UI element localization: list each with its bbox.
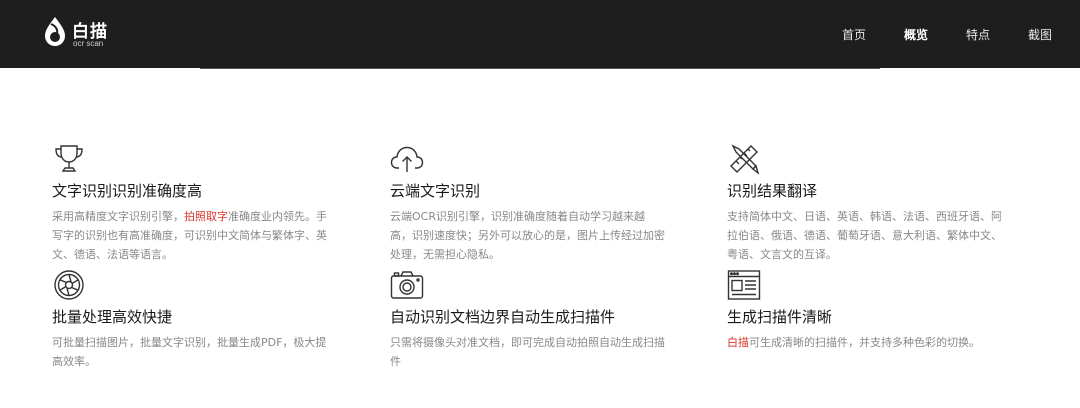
feature-batch: 批量处理高效快捷 可批量扫描图片，批量文字识别，批量生成PDF，极大提高效率。 — [52, 268, 352, 371]
feature-description: 云端OCR识别引擎，识别准确度随着自动学习越来越高，识别速度快；另外可以放心的是… — [390, 210, 665, 261]
feature-title: 生成扫描件清晰 — [727, 308, 833, 326]
header-divider — [200, 68, 880, 69]
pencil-ruler-icon — [727, 142, 761, 176]
feature-cloud-ocr: 云端文字识别 云端OCR识别引擎，识别准确度随着自动学习越来越高，识别速度快；另… — [390, 142, 690, 264]
nav-features[interactable]: 特点 — [966, 26, 990, 43]
feature-clear-scan: 生成扫描件清晰 白描可生成清晰的扫描件，并支持多种色彩的切换。 — [727, 268, 1027, 352]
feature-description: 采用高精度文字识别引擎，拍照取字准确度业内领先。手写字的识别也有高准确度，可识别… — [52, 207, 328, 264]
feature-title: 文字识别识别准确度高 — [52, 182, 203, 200]
cloud-upload-icon — [390, 142, 424, 176]
top-navbar: 白描 ocr scan 首页 概览 特点 截图 — [0, 0, 1080, 68]
browser-window-icon — [727, 268, 761, 302]
nav-home[interactable]: 首页 — [842, 26, 866, 43]
feature-description: 可批量扫描图片，批量文字识别，批量生成PDF，极大提高效率。 — [52, 336, 327, 368]
feature-title: 识别结果翻译 — [727, 182, 818, 200]
desc-highlight-link[interactable]: 拍照取字 — [184, 210, 228, 223]
feature-description: 只需将摄像头对准文档，即可完成自动拍照自动生成扫描件 — [390, 336, 665, 368]
logo-mark-icon — [45, 17, 65, 46]
feature-description: 支持简体中文、日语、英语、韩语、法语、西班牙语、阿拉伯语、俄语、德语、葡萄牙语、… — [727, 210, 1002, 261]
logo[interactable]: 白描 ocr scan — [42, 14, 122, 54]
trophy-icon — [52, 142, 86, 176]
desc-text: 可生成清晰的扫描件，并支持多种色彩的切换。 — [749, 336, 980, 349]
desc-highlight-link[interactable]: 白描 — [727, 336, 749, 349]
feature-description: 白描可生成清晰的扫描件，并支持多种色彩的切换。 — [727, 333, 1003, 352]
feature-auto-scan: 自动识别文档边界自动生成扫描件 只需将摄像头对准文档，即可完成自动拍照自动生成扫… — [390, 268, 690, 371]
feature-accuracy: 文字识别识别准确度高 采用高精度文字识别引擎，拍照取字准确度业内领先。手写字的识… — [52, 142, 352, 264]
feature-title: 自动识别文档边界自动生成扫描件 — [390, 308, 616, 326]
aperture-icon — [52, 268, 86, 302]
nav-overview[interactable]: 概览 — [904, 26, 928, 43]
main-nav: 首页 概览 特点 截图 — [804, 26, 1052, 43]
feature-translation: 识别结果翻译 支持简体中文、日语、英语、韩语、法语、西班牙语、阿拉伯语、俄语、德… — [727, 142, 1027, 264]
camera-icon — [390, 268, 424, 302]
feature-title: 批量处理高效快捷 — [52, 308, 173, 326]
nav-screenshots[interactable]: 截图 — [1028, 26, 1052, 43]
feature-title: 云端文字识别 — [390, 182, 481, 200]
desc-text: 采用高精度文字识别引擎， — [52, 210, 184, 223]
brand-subtitle: ocr scan — [73, 39, 104, 48]
